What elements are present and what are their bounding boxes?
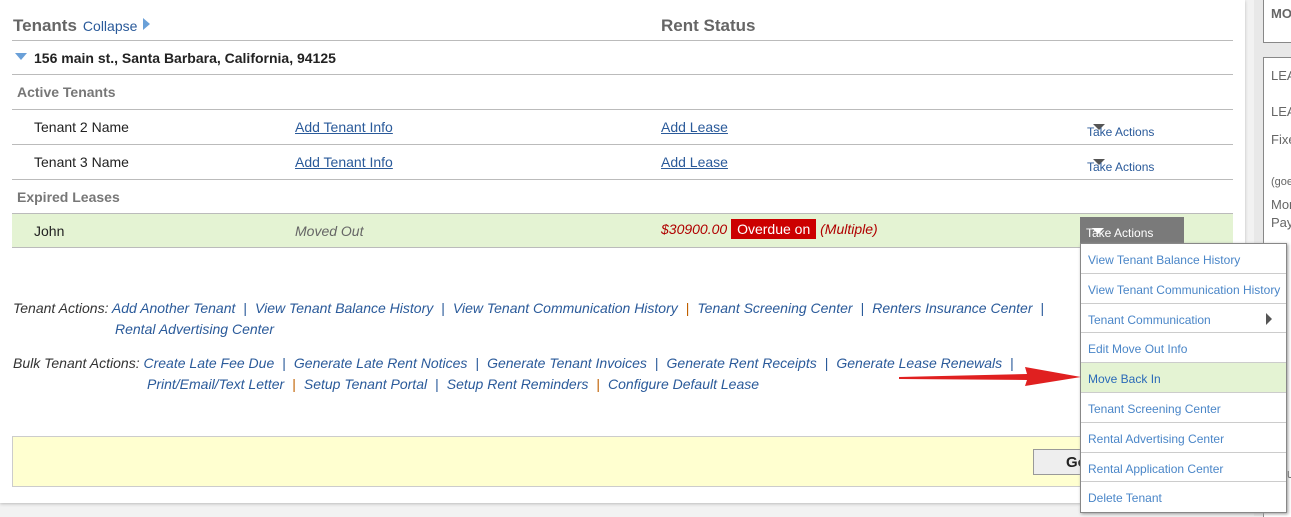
- right-panel-text: LEA: [1271, 104, 1291, 119]
- section-title: Tenants: [13, 16, 77, 35]
- tenant-invoices-link[interactable]: Generate Tenant Invoices: [487, 355, 647, 371]
- tenant-name: Tenant 2 Name: [34, 119, 129, 135]
- tenant-screening-link[interactable]: Tenant Screening Center: [697, 300, 852, 316]
- property-row[interactable]: 156 main st., Santa Barbara, California,…: [12, 40, 1233, 75]
- menu-item-view-balance-history[interactable]: View Tenant Balance History: [1081, 244, 1286, 274]
- right-panel-text: Fixe: [1271, 132, 1291, 147]
- tenant-row: Tenant 2 Name Add Tenant Info Add Lease …: [12, 110, 1233, 145]
- right-panel-text: MO: [1263, 0, 1291, 43]
- add-lease-link[interactable]: Add Lease: [661, 154, 728, 170]
- tenants-panel: Tenants Collapse Rent Status 156 main st.…: [0, 0, 1245, 503]
- tenant-name: Tenant 3 Name: [34, 154, 129, 170]
- menu-item-rental-advertising[interactable]: Rental Advertising Center: [1081, 423, 1286, 453]
- red-arrow-annotation: [899, 367, 1081, 386]
- tenants-header: Tenants Collapse: [13, 16, 151, 36]
- overdue-multiple: (Multiple): [820, 221, 878, 237]
- print-letter-link[interactable]: Print/Email/Text Letter: [147, 376, 284, 392]
- take-actions-button[interactable]: Take Actions: [1087, 116, 1191, 139]
- submenu-arrow-icon: [1266, 312, 1272, 325]
- rental-advertising-link[interactable]: Rental Advertising Center: [115, 321, 274, 337]
- menu-item-move-back-in[interactable]: Move Back In: [1081, 363, 1286, 393]
- bulk-tenant-actions: Bulk Tenant Actions: Create Late Fee Due…: [13, 355, 1014, 392]
- tenant-actions: Tenant Actions: Add Another Tenant | View …: [13, 300, 1045, 337]
- active-tenants-heading: Active Tenants: [12, 75, 1233, 110]
- rent-receipts-link[interactable]: Generate Rent Receipts: [667, 355, 817, 371]
- expand-triangle-icon[interactable]: [15, 53, 27, 60]
- view-balance-history-link[interactable]: View Tenant Balance History: [255, 300, 433, 316]
- tenant-name: John: [34, 223, 65, 239]
- menu-item-tenant-communication[interactable]: Tenant Communication: [1081, 304, 1286, 334]
- right-panel-text: LEA: [1271, 68, 1291, 83]
- tenant-row: Tenant 3 Name Add Tenant Info Add Lease …: [12, 145, 1233, 180]
- create-late-fee-link[interactable]: Create Late Fee Due: [144, 355, 275, 371]
- menu-item-delete-tenant[interactable]: Delete Tenant: [1081, 482, 1286, 512]
- take-actions-button[interactable]: Take Actions: [1087, 151, 1191, 174]
- view-communication-history-link[interactable]: View Tenant Communication History: [453, 300, 678, 316]
- rent-status-header: Rent Status: [661, 16, 756, 35]
- tenant-portal-link[interactable]: Setup Tenant Portal: [304, 376, 427, 392]
- take-actions-menu: View Tenant Balance History View Tenant …: [1080, 243, 1287, 514]
- renters-insurance-link[interactable]: Renters Insurance Center: [872, 300, 1032, 316]
- rent-reminders-link[interactable]: Setup Rent Reminders: [447, 376, 589, 392]
- add-another-tenant-link[interactable]: Add Another Tenant: [112, 300, 236, 316]
- collapse-link[interactable]: Collapse: [83, 18, 137, 34]
- add-tenant-info-link[interactable]: Add Tenant Info: [295, 119, 393, 135]
- menu-item-view-communication-history[interactable]: View Tenant Communication History: [1081, 274, 1286, 304]
- late-rent-notices-link[interactable]: Generate Late Rent Notices: [294, 355, 468, 371]
- expired-leases-heading: Expired Leases: [12, 180, 1233, 214]
- take-actions-button-active[interactable]: Take Actions: [1080, 217, 1184, 246]
- tenant-status: Moved Out: [295, 223, 364, 239]
- menu-item-rental-application[interactable]: Rental Application Center: [1081, 453, 1286, 483]
- expired-tenant-row: John Moved Out $30900.00 Overdue on (Mul…: [12, 214, 1233, 248]
- default-lease-link[interactable]: Configure Default Lease: [608, 376, 759, 392]
- menu-item-edit-move-out[interactable]: Edit Move Out Info: [1081, 333, 1286, 364]
- balance-amount: $30900.00: [661, 221, 728, 237]
- add-lease-link[interactable]: Add Lease: [661, 119, 728, 135]
- add-tenant-info-link[interactable]: Add Tenant Info: [295, 154, 393, 170]
- menu-item-tenant-screening[interactable]: Tenant Screening Center: [1081, 393, 1286, 423]
- tenant-actions-label: Tenant Actions:: [13, 300, 109, 316]
- bulk-actions-label: Bulk Tenant Actions:: [13, 355, 140, 371]
- property-address: 156 main st., Santa Barbara, California,…: [34, 50, 336, 66]
- chevron-right-icon[interactable]: [143, 18, 151, 30]
- overdue-badge: Overdue on: [731, 219, 817, 239]
- right-panel-text: (goe: [1271, 176, 1291, 188]
